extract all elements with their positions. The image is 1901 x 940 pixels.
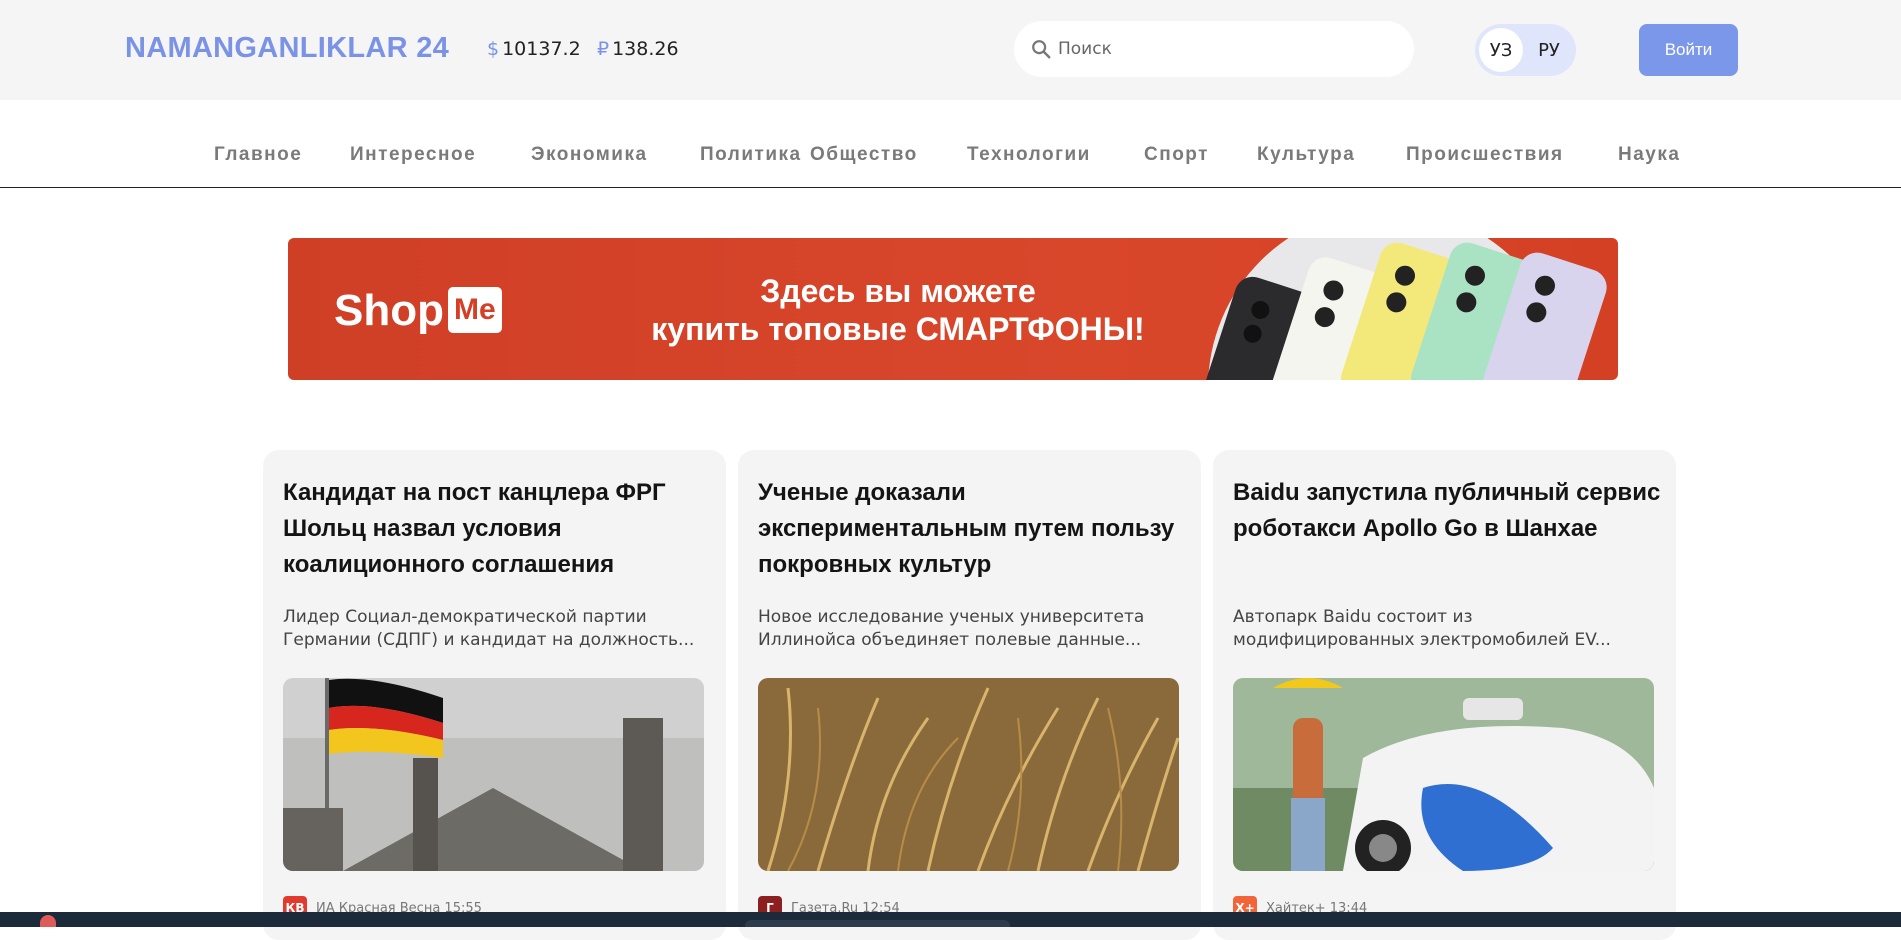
nav-item-politics[interactable]: Политика [700,144,802,166]
article-card[interactable]: Ученые доказали экспериментальным путем … [738,450,1201,940]
search-box[interactable] [1014,21,1414,77]
rub-rate: ₽138.26 [597,38,679,60]
language-switcher[interactable]: УЗ РУ [1475,24,1576,76]
nav-item-main[interactable]: Главное [214,144,302,166]
banner-line-2: купить топовые СМАРТФОНЫ! [651,311,1145,347]
category-nav: Главное Интересное Экономика Политика Об… [0,100,1901,188]
article-image[interactable] [1233,678,1654,871]
article-card[interactable]: Baidu запустила публичный сервис роботак… [1213,450,1676,940]
search-icon [1032,40,1051,59]
login-button[interactable]: Войти [1639,24,1738,76]
rub-rate-value: 138.26 [612,38,679,60]
usd-rate: $10137.2 [487,38,581,60]
lang-uz-option[interactable]: УЗ [1479,28,1523,72]
nav-item-society[interactable]: Общество [810,144,918,166]
smartphones-image [1199,238,1607,380]
nav-item-incidents[interactable]: Происшествия [1406,144,1564,166]
app-indicator-icon[interactable] [40,915,56,927]
nav-item-culture[interactable]: Культура [1257,144,1355,166]
article-description: Новое исследование ученых университета И… [758,607,1145,650]
dollar-icon: $ [487,38,500,60]
lang-ru-option[interactable]: РУ [1527,28,1571,72]
search-input[interactable] [1058,39,1398,59]
banner-text: Здесь вы можете купить топовые СМАРТФОНЫ… [608,272,1188,348]
nav-item-economy[interactable]: Экономика [531,144,648,166]
article-title[interactable]: Кандидат на пост канцлера ФРГ Шольц назв… [283,475,713,583]
article-description: Автопарк Baidu состоит из модифицированн… [1233,607,1611,650]
article-title[interactable]: Baidu запустила публичный сервис роботак… [1233,475,1663,547]
nav-item-interesting[interactable]: Интересное [350,144,476,166]
nav-item-science[interactable]: Наука [1618,144,1680,166]
article-title[interactable]: Ученые доказали экспериментальным путем … [758,475,1188,583]
shopme-logo: Shop Me [334,286,502,339]
os-taskbar [0,912,1901,927]
site-logo[interactable]: NAMANGANLIKLAR 24 [125,32,449,65]
nav-item-sport[interactable]: Спорт [1144,144,1209,166]
nav-item-technology[interactable]: Технологии [967,144,1091,166]
header: NAMANGANLIKLAR 24 $10137.2 ₽138.26 УЗ РУ… [0,0,1901,100]
banner-line-1: Здесь вы можете [760,273,1036,309]
article-image[interactable] [283,678,704,871]
taskbar-search[interactable] [745,920,1010,927]
article-card[interactable]: Кандидат на пост канцлера ФРГ Шольц назв… [263,450,726,940]
article-image[interactable] [758,678,1179,871]
ad-banner[interactable]: Shop Me Здесь вы можете купить топовые СМ… [288,238,1618,380]
usd-rate-value: 10137.2 [502,38,581,60]
article-description: Лидер Социал-демократической партии Герм… [283,607,695,650]
ruble-icon: ₽ [597,38,610,60]
